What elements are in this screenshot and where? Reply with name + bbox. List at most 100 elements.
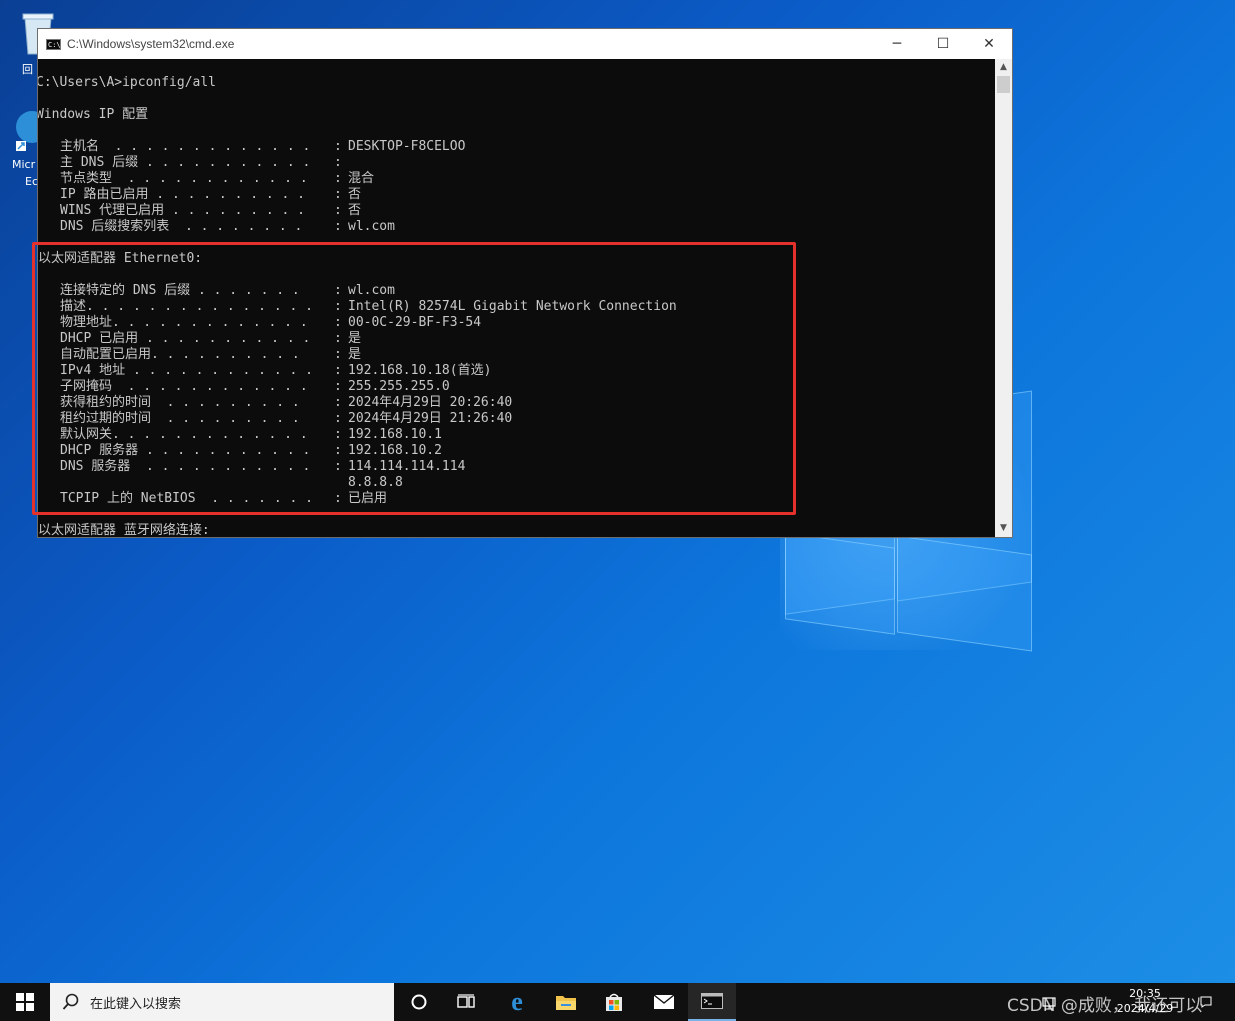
window-titlebar[interactable]: C:\ C:\Windows\system32\cmd.exe ─ ☐ ✕ <box>38 29 1012 59</box>
command-line: C:\Users\A>ipconfig/all <box>38 75 217 90</box>
cmd-icon <box>701 993 723 1009</box>
adapter-row: DNS 服务器 . . . . . . . . . . .:114.114.11… <box>38 459 996 475</box>
global-colon: : <box>334 171 342 186</box>
adapter-colon: : <box>334 443 342 458</box>
taskbar-search-box[interactable]: 在此键入以搜索 <box>50 983 394 1021</box>
adapter-key: DNS 服务器 . . . . . . . . . . . <box>60 459 311 474</box>
adapter-value: 192.168.10.1 <box>348 427 442 442</box>
global-colon: : <box>334 219 342 234</box>
scroll-up-arrow-icon[interactable]: ▲ <box>995 59 1012 76</box>
console-output[interactable]: C:\Users\A>ipconfig/all Windows IP 配置 主机… <box>38 59 996 537</box>
store-button[interactable] <box>590 983 638 1021</box>
adapter-colon: : <box>334 459 342 474</box>
mail-button[interactable] <box>640 983 688 1021</box>
global-key: IP 路由已启用 . . . . . . . . . . <box>60 187 306 202</box>
adapter-row: 连接特定的 DNS 后缀 . . . . . . .: wl.com <box>38 283 996 299</box>
global-key: DNS 后缀搜索列表 . . . . . . . . <box>60 219 303 234</box>
adapter-row: DHCP 已启用 . . . . . . . . . . .: 是 <box>38 331 996 347</box>
adapter-value: 已启用 <box>348 491 388 506</box>
window-title: C:\Windows\system32\cmd.exe <box>67 37 235 51</box>
cmd-taskbar-button[interactable] <box>688 983 736 1021</box>
cmd-window[interactable]: C:\ C:\Windows\system32\cmd.exe ─ ☐ ✕ C:… <box>37 28 1013 538</box>
adapter-key: 物理地址. . . . . . . . . . . . . <box>60 315 308 330</box>
adapter-value: Intel(R) 82574L Gigabit Network Connecti… <box>348 299 677 314</box>
adapter-colon: : <box>334 299 342 314</box>
adapter-key: TCPIP 上的 NetBIOS . . . . . . . <box>60 491 313 506</box>
adapter-row: 自动配置已启用. . . . . . . . . .: 是 <box>38 347 996 363</box>
adapter-key: 描述. . . . . . . . . . . . . . . <box>60 299 313 314</box>
adapter-row: 8.8.8.8 <box>38 475 996 491</box>
mail-icon <box>653 994 675 1009</box>
windows-logo-pane <box>897 535 1032 652</box>
adapter-row: IPv4 地址 . . . . . . . . . . . .:192.168.… <box>38 363 996 379</box>
store-icon <box>606 993 622 1011</box>
adapter-value: 8.8.8.8 <box>348 475 403 490</box>
minimize-button[interactable]: ─ <box>874 29 920 59</box>
adapter-row: TCPIP 上的 NetBIOS . . . . . . .: 已启用 <box>38 491 996 507</box>
adapter-value: 2024年4月29日 20:26:40 <box>348 395 513 410</box>
adapter-row: 租约过期的时间 . . . . . . . . .:2024年4月29日 21:… <box>38 411 996 427</box>
adapter-row: DHCP 服务器 . . . . . . . . . . .:192.168.1… <box>38 443 996 459</box>
adapter-key: 租约过期的时间 . . . . . . . . . <box>60 411 300 426</box>
edge-taskbar-button[interactable]: e <box>493 983 541 1021</box>
adapter-row: 物理地址. . . . . . . . . . . . .:00-0C-29-B… <box>38 315 996 331</box>
global-row: 节点类型 . . . . . . . . . . . .: 混合 <box>38 171 996 187</box>
global-value: 混合 <box>348 171 375 186</box>
global-colon: : <box>334 203 342 218</box>
adapter-row: 获得租约的时间 . . . . . . . . .:2024年4月29日 20:… <box>38 395 996 411</box>
adapter-value: 192.168.10.2 <box>348 443 442 458</box>
adapter-colon: : <box>334 347 342 362</box>
start-button[interactable] <box>0 983 50 1021</box>
global-value: DESKTOP-F8CELOO <box>348 139 466 154</box>
adapter-value: 255.255.255.0 <box>348 379 450 394</box>
next-adapter-header: 以太网适配器 蓝牙网络连接: <box>38 523 210 537</box>
task-view-button[interactable] <box>443 983 491 1021</box>
adapter-value: 114.114.114.114 <box>348 459 466 474</box>
cmd-app-icon: C:\ <box>46 38 61 50</box>
adapter-colon: : <box>334 363 342 378</box>
global-key: 主 DNS 后缀 . . . . . . . . . . . <box>60 155 311 170</box>
cortana-button[interactable] <box>395 983 443 1021</box>
search-icon <box>62 993 79 1010</box>
adapter-colon: : <box>334 395 342 410</box>
global-colon: : <box>334 187 342 202</box>
scrollbar-thumb[interactable] <box>997 76 1010 93</box>
global-row: 主 DNS 后缀 . . . . . . . . . . .: <box>38 155 996 171</box>
global-row: DNS 后缀搜索列表 . . . . . . . .: wl.com <box>38 219 996 235</box>
adapter-colon: : <box>334 331 342 346</box>
scroll-down-arrow-icon[interactable]: ▼ <box>995 520 1012 537</box>
close-button[interactable]: ✕ <box>966 29 1012 59</box>
csdn-watermark: CSDN @成败， 我还可以 <box>1007 996 1203 1016</box>
global-row: WINS 代理已启用 . . . . . . . . .: 否 <box>38 203 996 219</box>
adapter-key: IPv4 地址 . . . . . . . . . . . . <box>60 363 313 378</box>
edge-label-line1: Micr <box>12 158 36 171</box>
global-value: 否 <box>348 187 362 202</box>
adapter-colon: : <box>334 491 342 506</box>
edge-icon: e <box>511 987 523 1016</box>
global-value: 否 <box>348 203 362 218</box>
file-explorer-button[interactable] <box>542 983 590 1021</box>
adapter-row: 默认网关. . . . . . . . . . . . .:192.168.10… <box>38 427 996 443</box>
adapter-key: 连接特定的 DNS 后缀 . . . . . . . <box>60 283 300 298</box>
adapter-colon: : <box>334 283 342 298</box>
adapter-value: 192.168.10.18(首选) <box>348 363 492 378</box>
adapter-value: 00-0C-29-BF-F3-54 <box>348 315 482 330</box>
ip-config-header: Windows IP 配置 <box>38 107 149 122</box>
global-colon: : <box>334 155 342 170</box>
cortana-circle-icon <box>411 994 427 1010</box>
folder-icon <box>556 996 576 1010</box>
vertical-scrollbar[interactable]: ▲ ▼ <box>995 59 1012 537</box>
windows-logo-pane <box>785 532 895 635</box>
adapter-colon: : <box>334 315 342 330</box>
windows-start-icon <box>16 993 34 1011</box>
adapter-header: 以太网适配器 Ethernet0: <box>38 251 203 266</box>
task-view-icon <box>457 994 475 1008</box>
adapter-value: wl.com <box>348 283 395 298</box>
adapter-value: 是 <box>348 331 362 346</box>
adapter-key: 默认网关. . . . . . . . . . . . . <box>60 427 308 442</box>
global-colon: : <box>334 139 342 154</box>
adapter-colon: : <box>334 427 342 442</box>
adapter-colon: : <box>334 411 342 426</box>
adapter-key: 子网掩码 . . . . . . . . . . . . <box>60 379 308 394</box>
maximize-button[interactable]: ☐ <box>920 29 966 59</box>
